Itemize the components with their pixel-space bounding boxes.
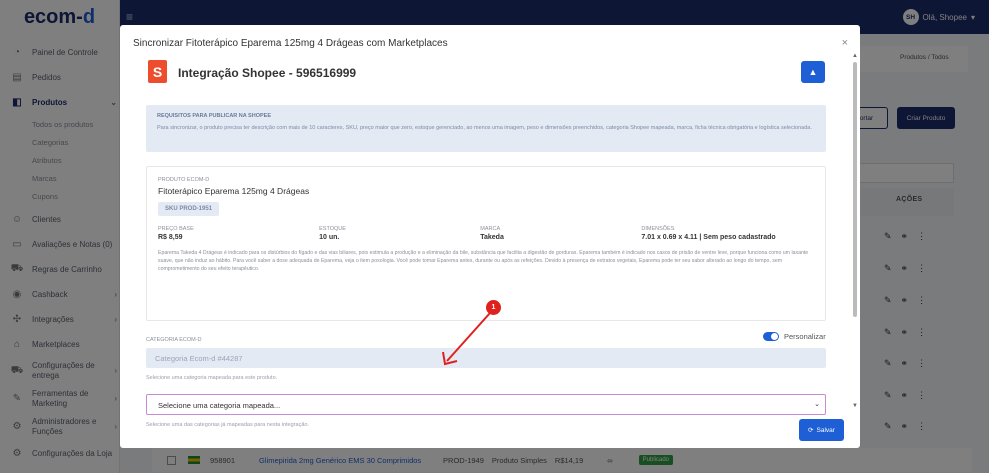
product-card: PRODUTO ECOM-D Fitoterápico Eparema 125m… <box>146 166 826 321</box>
modal-title: Sincronizar Fitoterápico Eparema 125mg 4… <box>133 38 448 49</box>
save-button[interactable]: ⟳ Salvar <box>799 419 844 441</box>
spec-price: PREÇO BASE R$ 8,59 <box>158 226 319 241</box>
sync-modal: Sincronizar Fitoterápico Eparema 125mg 4… <box>120 25 860 448</box>
shopee-logo-glyph: S <box>152 63 163 80</box>
spec-stock: ESTOQUE 10 un. <box>319 226 480 241</box>
requirements-text: Para sincronizar, o produto precisa ter … <box>157 125 812 131</box>
product-label: PRODUTO ECOM-D <box>158 177 210 183</box>
brand-value: Takeda <box>480 234 504 241</box>
modal-body: S Integração Shopee - 596516999 ▲ REQUIS… <box>120 56 850 436</box>
product-specs: PREÇO BASE R$ 8,59 ESTOQUE 10 un. MARCA … <box>158 226 814 241</box>
close-icon[interactable]: × <box>842 37 848 49</box>
brand-label: MARCA <box>480 226 501 232</box>
spec-brand: MARCA Takeda <box>480 226 641 241</box>
scroll-up-icon[interactable]: ▲ <box>852 53 858 59</box>
requirements-heading: REQUISITOS PARA PUBLICAR NA SHOPEE <box>157 113 271 119</box>
requirements-box: REQUISITOS PARA PUBLICAR NA SHOPEE Para … <box>146 105 826 152</box>
customize-label: Personalizar <box>784 332 826 341</box>
dimensions-value: 7.01 x 0.69 x 4.11 | Sem peso cadastrado <box>641 234 776 241</box>
category-label: CATEGORIA ECOM-D <box>146 337 202 343</box>
stock-value: 10 un. <box>319 234 340 241</box>
shopee-logo-icon: S <box>148 60 167 83</box>
annotation-marker: 1 <box>486 300 501 315</box>
sync-icon: ⟳ <box>808 427 814 434</box>
price-label: PREÇO BASE <box>158 226 194 232</box>
product-description: Eparema Takeda 4 Drágeas é indicado para… <box>158 250 809 272</box>
mapped-category-hint: Selecione uma das categorias já mapeadas… <box>146 422 309 428</box>
category-input: Categoria Ecom-d #44287 <box>146 348 826 368</box>
product-name: Fitoterápico Eparema 125mg 4 Drágeas <box>158 186 310 196</box>
dimensions-label: DIMENSÕES <box>641 226 675 232</box>
spec-dimensions: DIMENSÕES 7.01 x 0.69 x 4.11 | Sem peso … <box>641 226 814 241</box>
collapse-button[interactable]: ▲ <box>801 61 825 83</box>
category-hint: Selecione uma categoria mapeada para est… <box>146 375 278 381</box>
stock-label: ESTOQUE <box>319 226 346 232</box>
mapped-category-value: Selecione uma categoria mapeada... <box>158 401 281 410</box>
customize-toggle[interactable]: Personalizar <box>763 332 826 341</box>
mapped-category-select[interactable]: Selecione uma categoria mapeada... ⌄ <box>146 394 826 415</box>
chevron-down-icon: ⌄ <box>814 401 820 408</box>
sku-badge: SKU PROD-1951 <box>158 202 220 216</box>
integration-title: Integração Shopee - 596516999 <box>178 66 357 80</box>
scrollbar-thumb[interactable] <box>853 62 857 317</box>
modal-scrollbar[interactable]: ▲ ▼ <box>852 53 858 409</box>
chevron-up-icon: ▲ <box>808 67 818 77</box>
save-label: Salvar <box>816 426 835 434</box>
price-value: R$ 8,59 <box>158 234 183 241</box>
toggle-switch[interactable] <box>763 332 779 341</box>
scroll-down-icon[interactable]: ▼ <box>852 403 858 409</box>
